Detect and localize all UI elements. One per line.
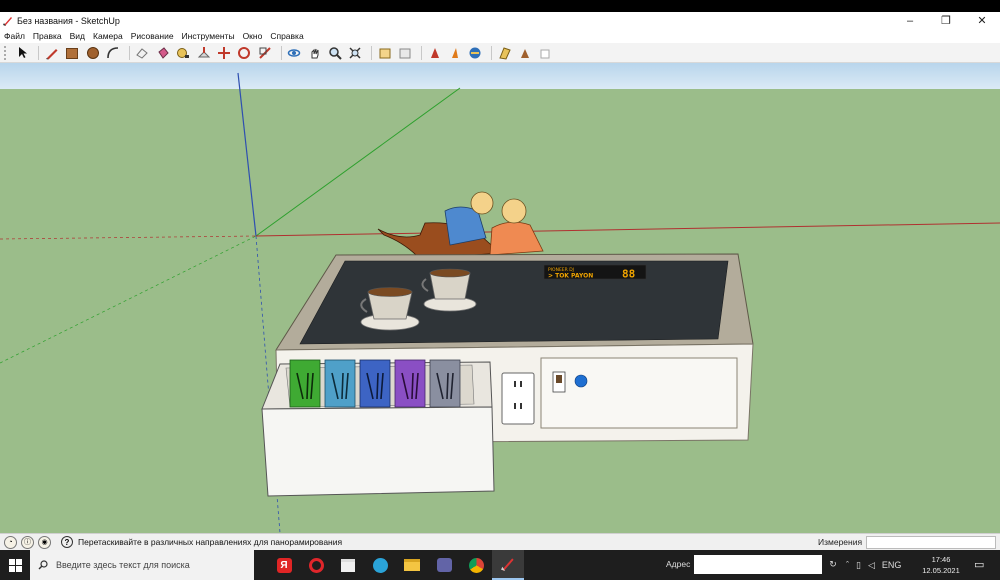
minimize-button[interactable]: – [892,12,928,29]
blue-can [359,359,391,408]
chrome-icon[interactable] [460,550,492,580]
toolbar-separator [371,45,373,60]
tape-measure-icon[interactable] [175,44,192,61]
sky [0,63,1000,89]
menu-file[interactable]: Файл [4,31,25,41]
store-icon[interactable] [332,550,364,580]
select-icon[interactable] [14,44,31,61]
refresh-icon[interactable]: ↻ [826,555,840,574]
toolbar-separator [421,45,423,60]
credits-icon[interactable]: ⓘ [21,535,34,549]
toolbar-separator [38,45,40,60]
maximize-button[interactable]: ❐ [928,12,964,29]
section-plane-icon[interactable] [496,44,513,61]
rotate-icon[interactable] [236,44,253,61]
scale-icon[interactable] [256,44,273,61]
status-bar: ◔ ⓘ ◉ ? Перетаскивайте в различных напра… [0,533,1000,550]
menu-help[interactable]: Справка [270,31,303,41]
zoom-icon[interactable] [326,44,343,61]
volume-icon[interactable]: ◁ [868,560,875,571]
layout-icon[interactable] [446,44,463,61]
toolbar-separator [280,45,282,60]
arc-icon[interactable] [105,44,122,61]
menu-draw[interactable]: Рисование [131,31,174,41]
address-label: Адрес [666,559,691,569]
start-button[interactable] [0,550,30,580]
display-score: 88 [622,268,635,281]
measurements-input[interactable] [866,536,996,549]
components-icon[interactable] [397,44,414,61]
power-outlet [501,372,535,425]
orbit-icon[interactable] [286,44,303,61]
3d-viewport[interactable]: PIONEER DJ > TOK PAYON 88 [0,63,1000,533]
display-line-2: > TOK PAYON [548,273,593,280]
file-explorer-icon[interactable] [396,550,428,580]
sketchup-taskbar-icon[interactable] [492,550,524,580]
toolbar-separator [491,45,493,60]
grey-can [429,359,461,408]
pan-icon[interactable] [306,44,323,61]
clock-date: 12.05.2021 [922,566,960,575]
toolbar-grip[interactable] [4,45,8,60]
axes-icon[interactable] [537,44,554,61]
toolbar-separator [128,45,130,60]
text-icon[interactable] [517,44,534,61]
can-drawer[interactable] [261,359,495,497]
getting-started-toolbar [0,43,1000,63]
rectangle-icon[interactable] [64,44,81,61]
paint-bucket-icon[interactable] [154,44,171,61]
window-title: Без названия - SketchUp [17,15,120,26]
move-icon[interactable] [216,44,233,61]
system-tray: ˆ ▯ ◁ ENG [846,550,908,580]
search-icon [38,560,48,570]
chevron-up-icon[interactable]: ˆ [846,560,849,570]
extension-warehouse-icon[interactable] [426,44,443,61]
user-icon[interactable]: ◉ [38,535,51,549]
menu-bar: Файл Правка Вид Камера Рисование Инструм… [0,29,1000,43]
help-icon[interactable]: ? [61,536,73,548]
push-pull-icon[interactable] [195,44,212,61]
clock[interactable]: 17:46 12.05.2021 [917,554,965,576]
menu-view[interactable]: Вид [70,31,85,41]
sandbox-icon[interactable] [467,44,484,61]
scene-canvas[interactable]: PIONEER DJ > TOK PAYON 88 [0,63,1000,533]
hint-area: ? Перетаскивайте в различных направления… [61,536,342,548]
circle-icon[interactable] [84,44,101,61]
edge-icon[interactable] [364,550,396,580]
yandex-icon[interactable]: Я [268,550,300,580]
language-indicator[interactable]: ENG [882,560,902,570]
status-hint-text: Перетаскивайте в различных направлениях … [78,537,343,547]
address-input[interactable] [694,555,822,574]
window-controls: – ❐ ✕ [892,12,1000,29]
clock-time: 17:46 [931,555,951,564]
menu-camera[interactable]: Камера [93,31,123,41]
teal-can [324,359,356,408]
purple-can [394,359,426,408]
geolocation-icon[interactable]: ◔ [4,535,17,549]
zoom-extents-icon[interactable] [347,44,364,61]
taskbar-search-box[interactable]: Введите здесь текст для поиска [30,550,254,580]
teams-icon[interactable] [428,550,460,580]
close-button[interactable]: ✕ [964,12,1000,29]
measurements-label: Измерения [818,537,863,547]
green-can [289,359,321,408]
menu-window[interactable]: Окно [243,31,263,41]
top-letterbox [0,0,1000,12]
eraser-icon[interactable] [134,44,151,61]
3d-warehouse-icon[interactable] [376,44,393,61]
table-top-surface [299,260,729,345]
windows-logo-icon [8,558,22,572]
notification-icon[interactable]: ▭ [974,558,984,571]
menu-tools[interactable]: Инструменты [182,31,235,41]
opera-icon[interactable] [300,550,332,580]
blue-sticker [574,374,588,388]
title-bar: Без названия - SketchUp – ❐ ✕ [0,12,1000,29]
table-side-panel [540,357,738,429]
network-icon[interactable]: ▯ [856,560,861,571]
pencil-icon[interactable] [43,44,60,61]
sketchup-logo-icon [3,16,12,26]
menu-edit[interactable]: Правка [33,31,62,41]
search-placeholder: Введите здесь текст для поиска [56,560,190,570]
windows-taskbar: Введите здесь текст для поиска Я Адрес ↻… [0,550,1000,580]
